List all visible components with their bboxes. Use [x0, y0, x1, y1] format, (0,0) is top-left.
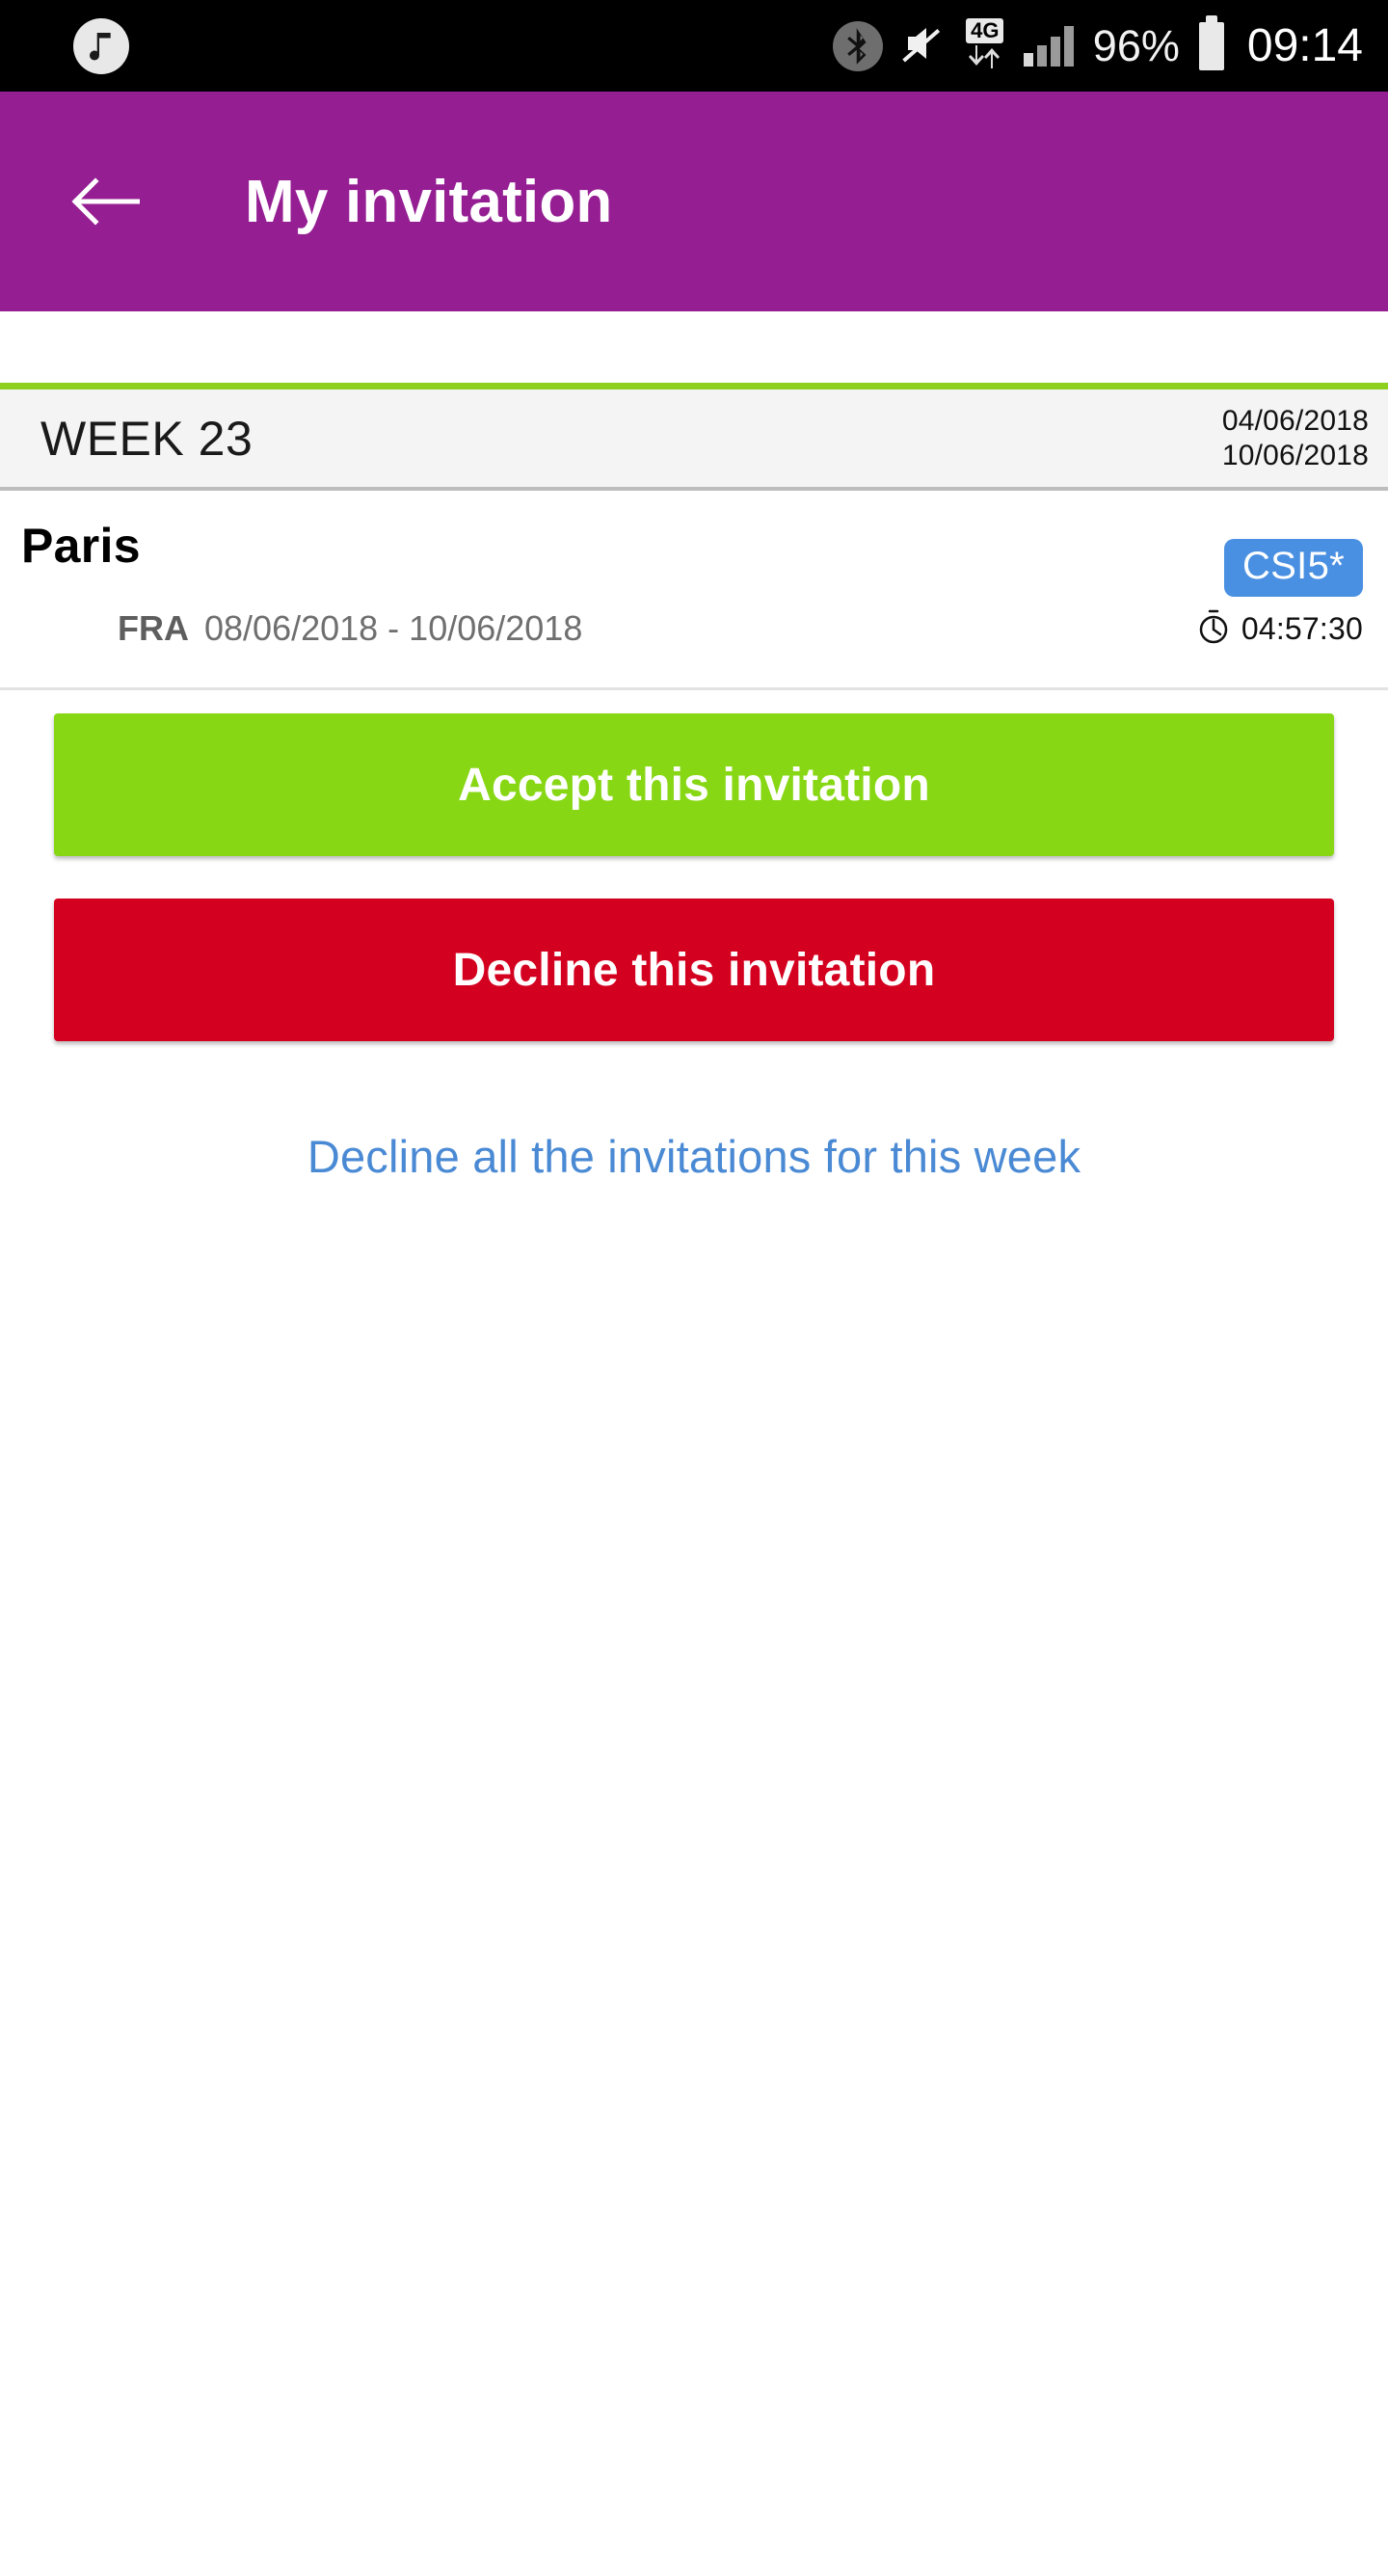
bluetooth-icon	[832, 20, 883, 71]
status-bar: 4G 96% 09:14	[0, 0, 1388, 92]
status-bar-right: 4G 96% 09:14	[832, 14, 1363, 73]
decline-all-link[interactable]: Decline all the invitations for this wee…	[307, 1131, 1081, 1182]
accept-invitation-button[interactable]: Accept this invitation	[54, 713, 1334, 856]
data-transfer-icon	[966, 45, 1004, 73]
week-start-date: 04/06/2018	[1221, 405, 1369, 438]
event-country-code: FRA	[118, 608, 189, 648]
page-title: My invitation	[245, 168, 613, 235]
event-countdown: 04:57:30	[1197, 609, 1363, 649]
status-clock: 09:14	[1246, 19, 1363, 71]
decline-invitation-button[interactable]: Decline this invitation	[54, 899, 1334, 1041]
week-date-range: 04/06/2018 10/06/2018	[1222, 404, 1369, 472]
week-title: WEEK 23	[40, 411, 254, 466]
event-details: Paris FRA 08/06/2018 - 10/06/2018	[21, 518, 1197, 666]
back-button[interactable]	[64, 160, 147, 243]
arrow-left-icon	[71, 177, 140, 226]
event-row[interactable]: Paris FRA 08/06/2018 - 10/06/2018 CSI5* 0…	[0, 491, 1388, 690]
battery-icon	[1198, 14, 1224, 70]
invitation-actions: Accept this invitation Decline this invi…	[0, 690, 1388, 1183]
stopwatch-icon	[1197, 609, 1230, 649]
network-type-label: 4G	[966, 17, 1004, 44]
page-filler	[0, 1183, 1388, 2576]
app-bar: My invitation	[0, 92, 1388, 311]
network-type-badge: 4G	[966, 17, 1004, 73]
volume-muted-icon	[902, 22, 947, 69]
decline-all-row: Decline all the invitations for this wee…	[54, 1130, 1334, 1183]
status-bar-left	[73, 17, 129, 74]
signal-bars-icon	[1023, 25, 1074, 67]
event-meta: FRA 08/06/2018 - 10/06/2018	[21, 608, 1197, 649]
event-side-info: CSI5* 04:57:30	[1197, 518, 1363, 666]
app-screen: 4G 96% 09:14 My invitation WEEK 23 04/06…	[0, 0, 1388, 2576]
week-header: WEEK 23 04/06/2018 10/06/2018	[0, 383, 1388, 491]
event-level-badge: CSI5*	[1224, 539, 1363, 597]
week-end-date: 10/06/2018	[1221, 439, 1369, 471]
event-countdown-label: 04:57:30	[1241, 611, 1363, 646]
event-date-range: 08/06/2018 - 10/06/2018	[204, 608, 583, 648]
music-note-icon	[73, 17, 129, 74]
event-city: Paris	[21, 519, 141, 573]
content-top-spacer	[0, 311, 1388, 383]
battery-percent-label: 96%	[1092, 21, 1180, 70]
